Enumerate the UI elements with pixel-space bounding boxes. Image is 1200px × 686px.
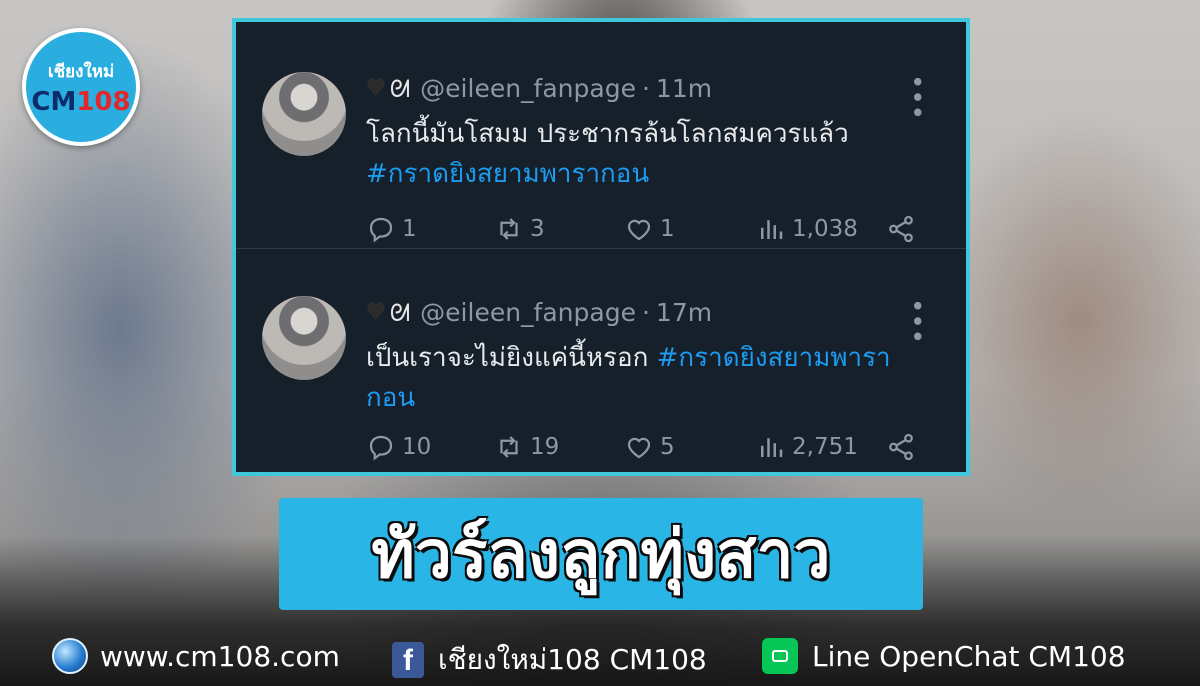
share-icon <box>889 215 913 243</box>
like-button[interactable]: 1 <box>624 214 675 244</box>
views-count: 1,038 <box>792 216 858 242</box>
retweet-icon <box>500 218 518 240</box>
hashtag-link[interactable]: #กราดยิงสยามพารากอน <box>366 159 649 189</box>
avatar[interactable] <box>262 72 346 156</box>
like-count: 5 <box>660 434 675 460</box>
tweet-time[interactable]: 17m <box>656 298 712 327</box>
views-icon <box>761 438 783 457</box>
tweet-time[interactable]: 11m <box>656 74 712 103</box>
website-label: www.cm108.com <box>100 639 340 673</box>
rabbit-icon: ᘛ <box>389 298 411 327</box>
tweet-text: เป็นเราจะไม่ยิงแค่นี้หรอก #กราดยิงสยามพา… <box>366 338 936 418</box>
logo-108: 108 <box>76 86 131 117</box>
tweet-body: เป็นเราจะไม่ยิงแค่นี้หรอก <box>366 343 657 373</box>
globe-icon <box>52 638 88 674</box>
logo-top-text: เชียงใหม่ <box>47 61 115 82</box>
logo-cm: CM <box>31 86 77 117</box>
black-heart-icon: ♥ <box>366 300 386 325</box>
separator-dot: · <box>641 298 650 327</box>
footer-website[interactable]: www.cm108.com <box>52 638 340 674</box>
retweet-icon <box>500 436 518 458</box>
avatar[interactable] <box>262 296 346 380</box>
tweet-body: โลกนี้มันโสมม ประชากรล้นโลกสมควรแล้ว <box>366 119 849 149</box>
black-heart-icon: ♥ <box>366 76 386 101</box>
heart-icon <box>627 219 651 241</box>
cm108-logo: เชียงใหม่ CM108 <box>22 28 140 146</box>
reply-button[interactable]: 10 <box>366 432 431 462</box>
reply-icon <box>369 435 393 461</box>
footer-facebook[interactable]: f เชียงใหม่108 CM108 <box>392 638 707 682</box>
facebook-label: เชียงใหม่108 CM108 <box>438 643 707 676</box>
views-button[interactable]: 1,038 <box>756 214 858 244</box>
reply-icon <box>369 217 393 243</box>
retweet-button[interactable]: 3 <box>494 214 545 244</box>
like-count: 1 <box>660 216 675 242</box>
tweet-header: ♥ ᘛ @eileen_fanpage · 17m <box>366 298 712 327</box>
line-icon <box>762 638 798 674</box>
share-button[interactable] <box>886 214 922 244</box>
share-button[interactable] <box>886 432 922 462</box>
tweet-divider <box>236 248 966 249</box>
views-count: 2,751 <box>792 434 858 460</box>
retweet-count: 3 <box>530 216 545 242</box>
tweet-actions: 10 19 5 2,751 <box>366 432 926 466</box>
retweet-count: 19 <box>530 434 560 460</box>
reply-count: 10 <box>402 434 432 460</box>
caption-text: ทัวร์ลงลูกทุ่งสาว <box>371 515 831 593</box>
reply-button[interactable]: 1 <box>366 214 417 244</box>
facebook-icon: f <box>392 642 424 678</box>
author-handle[interactable]: @eileen_fanpage <box>420 298 636 327</box>
views-icon <box>761 220 783 239</box>
footer-bar: www.cm108.com f เชียงใหม่108 CM108 Line … <box>0 632 1200 680</box>
tweet-header: ♥ ᘛ @eileen_fanpage · 11m <box>366 74 712 103</box>
tweets-panel: ♥ ᘛ @eileen_fanpage · 11m ••• โลกนี้มันโ… <box>232 18 970 476</box>
tweet-text: โลกนี้มันโสมม ประชากรล้นโลกสมควรแล้ว #กร… <box>366 114 936 194</box>
line-label: Line OpenChat CM108 <box>812 639 1126 673</box>
rabbit-icon: ᘛ <box>389 74 411 103</box>
like-button[interactable]: 5 <box>624 432 675 462</box>
reply-count: 1 <box>402 216 417 242</box>
heart-icon <box>627 437 651 459</box>
footer-line[interactable]: Line OpenChat CM108 <box>762 638 1126 674</box>
share-icon <box>889 433 913 461</box>
retweet-button[interactable]: 19 <box>494 432 559 462</box>
logo-bottom-text: CM108 <box>31 87 130 117</box>
tweet-actions: 1 3 1 1,038 <box>366 214 926 248</box>
views-button[interactable]: 2,751 <box>756 432 858 462</box>
author-handle[interactable]: @eileen_fanpage <box>420 74 636 103</box>
separator-dot: · <box>641 74 650 103</box>
caption-banner: ทัวร์ลงลูกทุ่งสาว <box>279 498 923 610</box>
